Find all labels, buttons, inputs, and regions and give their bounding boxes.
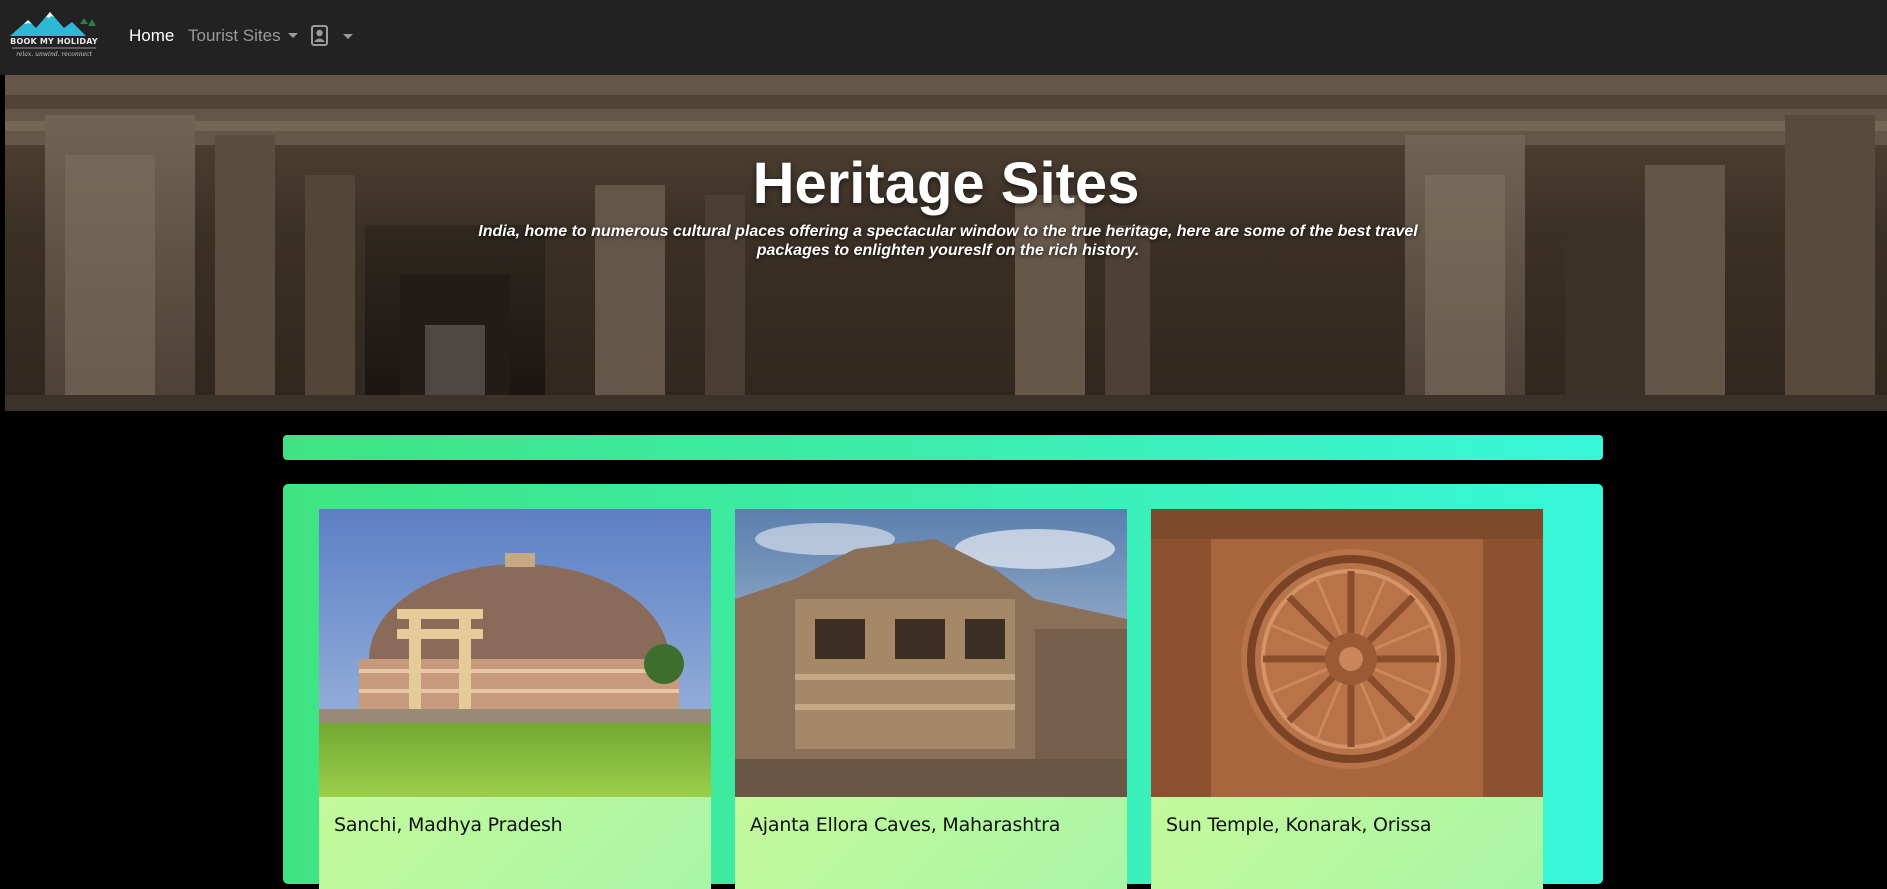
- konark-wheel-image: [1151, 509, 1543, 797]
- card-title: Ajanta Ellora Caves, Maharashtra: [750, 814, 1061, 836]
- logo-brand-text: BOOK MY HOLIDAY: [10, 37, 98, 46]
- site-card-sun-temple[interactable]: Sun Temple, Konarak, Orissa: [1151, 509, 1543, 889]
- tourist-sites-label: Tourist Sites: [188, 26, 281, 45]
- card-title: Sanchi, Madhya Pradesh: [334, 814, 563, 836]
- nav-tourist-sites-dropdown[interactable]: Tourist Sites: [188, 24, 298, 48]
- site-card-sanchi[interactable]: Sanchi, Madhya Pradesh: [319, 509, 711, 889]
- site-card-ajanta-ellora[interactable]: Ajanta Ellora Caves, Maharashtra: [735, 509, 1127, 889]
- nav-home-link[interactable]: Home: [129, 24, 174, 48]
- sanchi-stupa-image: [319, 509, 711, 797]
- ellora-caves-image: [735, 509, 1127, 797]
- navbar: BOOK MY HOLIDAY relax. unwind. reconnect…: [0, 0, 1887, 75]
- brand-logo[interactable]: BOOK MY HOLIDAY relax. unwind. reconnect: [6, 6, 102, 64]
- user-menu-chevron-down-icon[interactable]: [343, 34, 353, 39]
- hero-banner: Heritage Sites India, home to numerous c…: [5, 75, 1887, 411]
- user-icon[interactable]: [311, 25, 328, 46]
- section-divider-bar: [283, 435, 1603, 460]
- hero-subtitle: India, home to numerous cultural places …: [478, 223, 1418, 259]
- card-title: Sun Temple, Konarak, Orissa: [1166, 814, 1432, 836]
- chevron-down-icon: [287, 32, 298, 38]
- page-title: Heritage Sites: [752, 151, 1140, 216]
- logo-tagline: relax. unwind. reconnect: [16, 51, 92, 58]
